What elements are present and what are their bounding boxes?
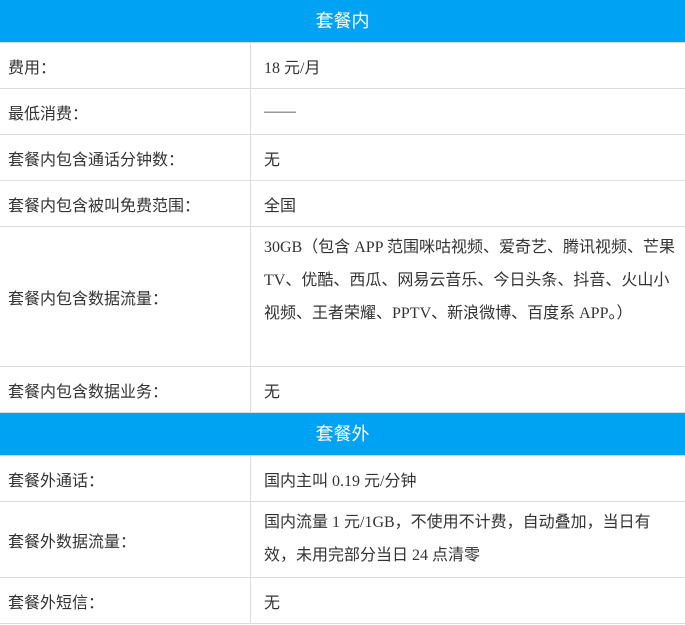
row-extra-call-label: 套餐外通话： xyxy=(0,456,251,501)
row-extra-data-value: 国内流量 1 元/1GB，不使用不计费，自动叠加，当日有效，未用完部分当日 24… xyxy=(251,502,685,577)
row-included-data-services-label: 套餐内包含数据业务： xyxy=(0,367,251,412)
row-extra-data: 套餐外数据流量： 国内流量 1 元/1GB，不使用不计费，自动叠加，当日有效，未… xyxy=(0,502,685,578)
row-included-call-minutes-value: 无 xyxy=(251,135,685,180)
section-header-in-package: 套餐内 xyxy=(0,0,685,43)
row-extra-sms-value: 无 xyxy=(251,578,685,623)
row-included-free-incoming-area-value: 全国 xyxy=(251,181,685,226)
row-included-data-services: 套餐内包含数据业务： 无 xyxy=(0,367,685,413)
row-included-call-minutes-label: 套餐内包含通话分钟数： xyxy=(0,135,251,180)
row-extra-call-value: 国内主叫 0.19 元/分钟 xyxy=(251,456,685,501)
row-extra-call: 套餐外通话： 国内主叫 0.19 元/分钟 xyxy=(0,456,685,502)
row-included-free-incoming-area-label: 套餐内包含被叫免费范围： xyxy=(0,181,251,226)
row-fee-label: 费用： xyxy=(0,43,251,88)
row-extra-data-label: 套餐外数据流量： xyxy=(0,502,251,577)
plan-pricing-table: 套餐内 费用： 18 元/月 最低消费： —— 套餐内包含通话分钟数： 无 套餐… xyxy=(0,0,685,624)
row-min-consumption-value: —— xyxy=(251,89,685,134)
row-included-data-label: 套餐内包含数据流量： xyxy=(0,227,251,366)
row-fee: 费用： 18 元/月 xyxy=(0,43,685,89)
row-included-data-services-value: 无 xyxy=(251,367,685,412)
row-min-consumption: 最低消费： —— xyxy=(0,89,685,135)
row-fee-value: 18 元/月 xyxy=(251,43,685,88)
section-header-out-of-package: 套餐外 xyxy=(0,413,685,456)
row-included-data-value: 30GB（包含 APP 范围咪咕视频、爱奇艺、腾讯视频、芒果 TV、优酷、西瓜、… xyxy=(251,227,685,366)
row-extra-sms: 套餐外短信： 无 xyxy=(0,578,685,624)
row-included-free-incoming-area: 套餐内包含被叫免费范围： 全国 xyxy=(0,181,685,227)
row-included-data: 套餐内包含数据流量： 30GB（包含 APP 范围咪咕视频、爱奇艺、腾讯视频、芒… xyxy=(0,227,685,367)
row-included-call-minutes: 套餐内包含通话分钟数： 无 xyxy=(0,135,685,181)
row-extra-sms-label: 套餐外短信： xyxy=(0,578,251,623)
row-min-consumption-label: 最低消费： xyxy=(0,89,251,134)
